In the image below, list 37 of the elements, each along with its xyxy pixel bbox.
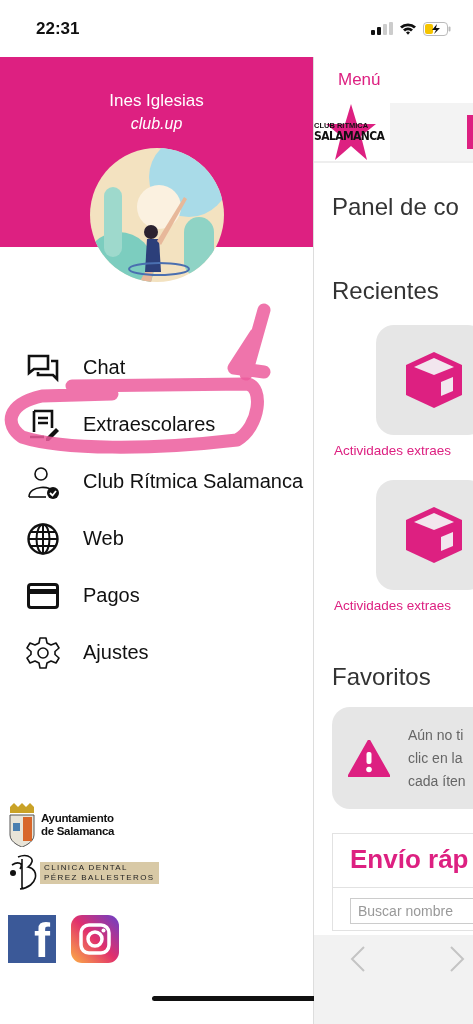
warning-icon (348, 739, 390, 777)
cube-icon (405, 507, 463, 563)
section-title: Favoritos (332, 663, 432, 691)
accent-bar (467, 115, 473, 149)
battery-icon (423, 21, 451, 36)
user-name: Ines Iglesias (109, 91, 204, 111)
recent-tile[interactable] (376, 325, 473, 435)
settings-icon (26, 635, 60, 670)
recent-tile[interactable] (376, 480, 473, 590)
signal-icon (371, 22, 393, 35)
menu-item[interactable]: Chat (0, 339, 313, 396)
user-check-icon (26, 464, 60, 499)
coat-of-arms-icon (8, 803, 36, 847)
globe-icon (26, 521, 60, 556)
cube-icon (405, 352, 463, 408)
menu-item[interactable]: Extraescolares (0, 396, 313, 453)
tile-caption[interactable]: Actividades extraes (334, 598, 473, 613)
clock-time: 22:31 (36, 18, 80, 39)
sponsor-name: de Salamanca (41, 825, 115, 838)
instagram-logo[interactable] (71, 915, 119, 963)
menu-item[interactable]: Ajustes (0, 624, 313, 681)
search-field[interactable]: Buscar nombre (350, 898, 473, 924)
sponsor-name: CLINICA DENTAL (44, 863, 129, 873)
menu-item[interactable]: Pagos (0, 567, 313, 624)
notice-text: Aún no ti clic en la cada íten (408, 725, 466, 791)
user-subtitle: club.up (130, 115, 183, 133)
sponsor-name: PÉREZ BALLESTEROS (44, 873, 155, 883)
facebook-logo[interactable]: f (8, 915, 56, 963)
menu-back-link[interactable]: Menú (338, 70, 381, 90)
menu-item[interactable]: Web (0, 510, 313, 567)
tile-caption[interactable]: Actividades extraes (334, 443, 473, 458)
wifi-icon (399, 22, 417, 35)
section-title: Recientes (332, 277, 440, 305)
sponsor-name: Ayuntamiento (41, 812, 115, 825)
page-title: Panel de co (332, 193, 460, 221)
menu-item[interactable]: Club Rítmica Salamanca (0, 453, 313, 510)
card-title: Envío ráp (333, 834, 473, 888)
